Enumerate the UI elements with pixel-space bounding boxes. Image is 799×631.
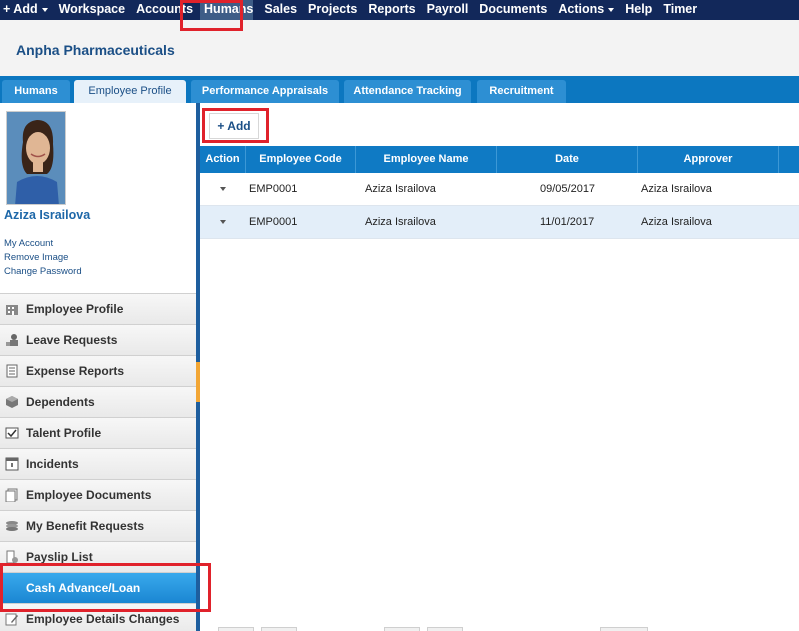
pager-next-button[interactable] bbox=[384, 627, 420, 631]
cell-date: 11/01/2017 bbox=[540, 216, 595, 228]
cell-date: 09/05/2017 bbox=[540, 183, 596, 195]
sidebar-item-label: Expense Reports bbox=[26, 364, 125, 378]
column-header-employee-name[interactable]: Employee Name bbox=[356, 146, 497, 173]
nav-projects[interactable]: Projects bbox=[304, 0, 357, 20]
column-header-approver[interactable]: Approver bbox=[638, 146, 779, 173]
person-icon bbox=[4, 333, 20, 347]
sidebar-item-leave-requests[interactable]: Leave Requests bbox=[0, 324, 196, 355]
sidebar-item-label: Payslip List bbox=[26, 550, 93, 564]
nav-sales[interactable]: Sales bbox=[260, 0, 297, 20]
nav-actions[interactable]: Actions bbox=[554, 0, 615, 20]
nav-workspace[interactable]: Workspace bbox=[55, 0, 125, 20]
avatar[interactable] bbox=[6, 111, 66, 205]
user-name[interactable]: Aziza Israilova bbox=[4, 208, 90, 222]
chevron-down-icon bbox=[608, 7, 615, 12]
remove-image-link[interactable]: Remove Image bbox=[4, 252, 68, 263]
sidebar-item-employee-profile[interactable]: Employee Profile bbox=[0, 293, 196, 324]
sidebar-item-my-benefit-requests[interactable]: My Benefit Requests bbox=[0, 510, 196, 541]
sidebar-item-label: Employee Documents bbox=[26, 488, 152, 502]
sidebar-item-label: Leave Requests bbox=[26, 333, 118, 347]
top-nav: + Add Workspace Accounts Humans Sales Pr… bbox=[0, 0, 799, 20]
sidebar-item-expense-reports[interactable]: Expense Reports bbox=[0, 355, 196, 386]
alert-icon bbox=[4, 457, 20, 471]
building-icon bbox=[4, 302, 20, 316]
sidebar-item-incidents[interactable]: Incidents bbox=[0, 448, 196, 479]
sidebar-item-label: Incidents bbox=[26, 457, 79, 471]
pager-first-button[interactable] bbox=[218, 627, 254, 631]
cell-approver: Aziza Israilova bbox=[641, 183, 712, 195]
row-action-dropdown-icon[interactable] bbox=[220, 220, 226, 224]
tab-humans[interactable]: Humans bbox=[2, 80, 70, 103]
cell-employee-name: Aziza Israilova bbox=[365, 216, 436, 228]
stack-icon bbox=[4, 519, 20, 533]
column-header-action[interactable]: Action bbox=[200, 146, 246, 173]
change-password-link[interactable]: Change Password bbox=[4, 266, 82, 277]
tab-attendance-tracking[interactable]: Attendance Tracking bbox=[344, 80, 471, 103]
tab-recruitment[interactable]: Recruitment bbox=[477, 80, 566, 103]
certificate-icon bbox=[4, 426, 20, 440]
sidebar: Aziza Israilova My Account Remove Image … bbox=[0, 103, 196, 631]
documents-icon bbox=[4, 488, 20, 502]
nav-timer[interactable]: Timer bbox=[659, 0, 697, 20]
cell-employee-code: EMP0001 bbox=[249, 216, 298, 228]
add-button[interactable]: + Add bbox=[209, 113, 259, 139]
sidebar-item-label: Talent Profile bbox=[26, 426, 102, 440]
grid-header: Action Employee Code Employee Name Date … bbox=[200, 146, 799, 173]
cell-approver: Aziza Israilova bbox=[641, 216, 712, 228]
sidebar-item-label: Cash Advance/Loan bbox=[26, 581, 141, 595]
page-header: Anpha Pharmaceuticals bbox=[0, 20, 799, 76]
nav-add-label: + Add bbox=[3, 2, 38, 16]
sidebar-item-cash-advance-loan[interactable]: Cash Advance/Loan bbox=[0, 572, 196, 603]
sidebar-item-employee-documents[interactable]: Employee Documents bbox=[0, 479, 196, 510]
page-size-select[interactable] bbox=[600, 627, 648, 631]
nav-documents[interactable]: Documents bbox=[475, 0, 547, 20]
nav-reports[interactable]: Reports bbox=[364, 0, 415, 20]
sidebar-item-label: My Benefit Requests bbox=[26, 519, 145, 533]
pager-last-button[interactable] bbox=[427, 627, 463, 631]
nav-add[interactable]: + Add bbox=[0, 0, 48, 20]
sidebar-item-label: Employee Profile bbox=[26, 302, 124, 316]
main-panel: + Add Action Employee Code Employee Name… bbox=[200, 103, 799, 631]
edit-icon bbox=[4, 612, 20, 626]
nav-help[interactable]: Help bbox=[621, 0, 652, 20]
table-row[interactable]: EMP0001 Aziza Israilova 11/01/2017 Aziza… bbox=[200, 206, 799, 239]
chevron-down-icon bbox=[41, 7, 48, 12]
tab-employee-profile[interactable]: Employee Profile bbox=[74, 80, 186, 103]
company-name: Anpha Pharmaceuticals bbox=[16, 42, 175, 58]
column-header-date[interactable]: Date bbox=[497, 146, 638, 173]
document-icon bbox=[4, 364, 20, 378]
sidebar-item-label: Dependents bbox=[26, 395, 95, 409]
sidebar-item-talent-profile[interactable]: Talent Profile bbox=[0, 417, 196, 448]
nav-payroll[interactable]: Payroll bbox=[423, 0, 469, 20]
sidebar-item-dependents[interactable]: Dependents bbox=[0, 386, 196, 417]
cell-employee-name: Aziza Israilova bbox=[365, 183, 436, 195]
sidebar-item-payslip-list[interactable]: Payslip List bbox=[0, 541, 196, 572]
cell-employee-code: EMP0001 bbox=[249, 183, 298, 195]
my-account-link[interactable]: My Account bbox=[4, 238, 53, 249]
nav-humans[interactable]: Humans bbox=[200, 0, 254, 20]
tab-performance-appraisals[interactable]: Performance Appraisals bbox=[191, 80, 339, 103]
grid-toolbar: + Add bbox=[200, 103, 799, 146]
table-row[interactable]: EMP0001 Aziza Israilova 09/05/2017 Aziza… bbox=[200, 173, 799, 206]
payslip-icon bbox=[4, 550, 20, 564]
sidebar-menu: Employee Profile Leave Requests Expense … bbox=[0, 293, 196, 631]
tab-bar: Humans Employee Profile Performance Appr… bbox=[0, 76, 799, 103]
nav-actions-label: Actions bbox=[558, 2, 605, 16]
row-action-dropdown-icon[interactable] bbox=[220, 187, 226, 191]
avatar-photo bbox=[7, 112, 65, 204]
nav-accounts[interactable]: Accounts bbox=[132, 0, 193, 20]
column-header-employee-code[interactable]: Employee Code bbox=[246, 146, 356, 173]
pager-prev-button[interactable] bbox=[261, 627, 297, 631]
cube-icon bbox=[4, 395, 20, 409]
sidebar-item-employee-details-changes[interactable]: Employee Details Changes bbox=[0, 603, 196, 631]
sidebar-item-label: Employee Details Changes bbox=[26, 612, 180, 626]
